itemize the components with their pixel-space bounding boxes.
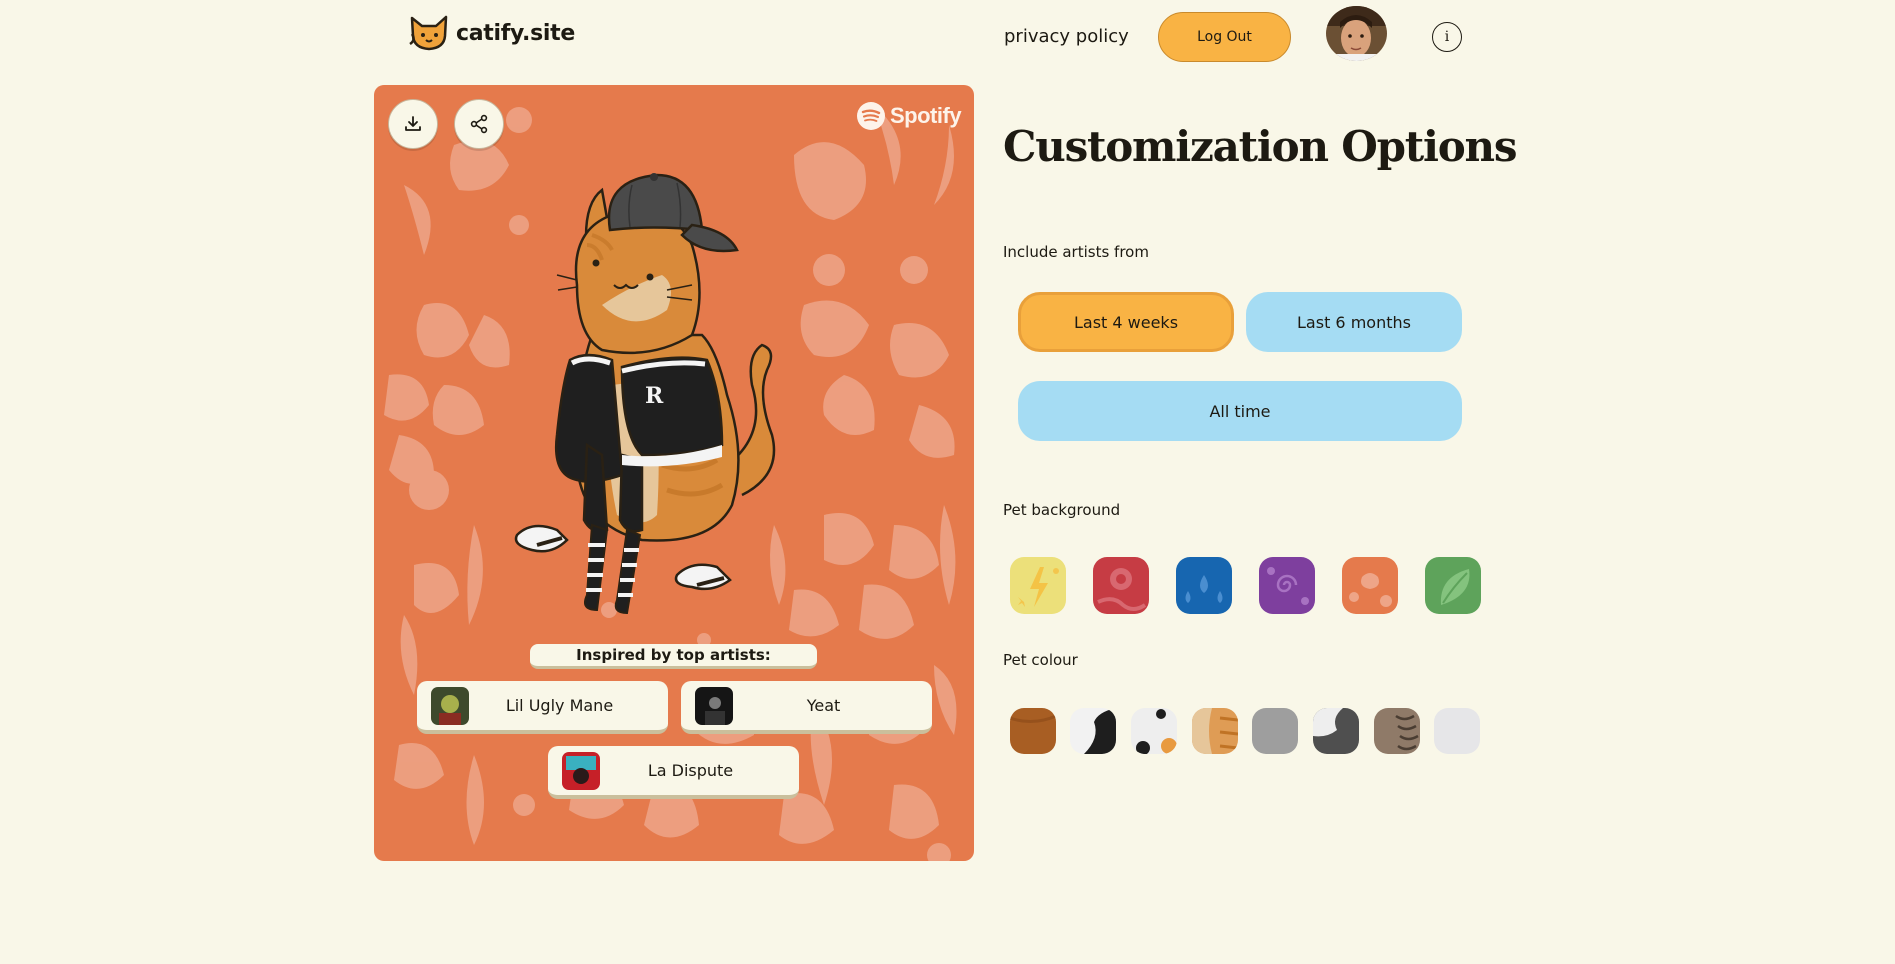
- logo-text: catify.site: [456, 20, 575, 46]
- colour-swatch-orange-cream[interactable]: [1192, 708, 1238, 754]
- page-title: Customization Options: [1003, 122, 1518, 171]
- cat-logo-icon: [409, 15, 448, 51]
- cat-pet-illustration: R: [514, 173, 776, 615]
- time-range-all-time[interactable]: All time: [1018, 381, 1462, 441]
- spotify-label: Spotify: [890, 103, 962, 128]
- info-button[interactable]: i: [1432, 22, 1462, 52]
- background-swatch-blue[interactable]: [1176, 557, 1232, 614]
- artist-chip: La Dispute: [548, 746, 799, 799]
- user-avatar[interactable]: [1326, 6, 1387, 61]
- background-swatch-green[interactable]: [1425, 557, 1481, 614]
- spotify-icon: [857, 102, 885, 130]
- pet-background-label: Pet background: [1003, 501, 1121, 519]
- time-range-last-4-weeks[interactable]: Last 4 weeks: [1018, 292, 1234, 352]
- pet-colour-label: Pet colour: [1003, 651, 1078, 669]
- colour-swatch-grey-white[interactable]: [1313, 708, 1359, 754]
- background-swatch-orange[interactable]: [1342, 557, 1398, 614]
- artist-chip: Lil Ugly Mane: [417, 681, 668, 734]
- site-logo[interactable]: catify.site: [408, 14, 575, 52]
- colour-swatch-grey[interactable]: [1252, 708, 1298, 754]
- colour-swatch-calico[interactable]: [1131, 708, 1177, 754]
- pet-card: Spotify R Inspired by top artists: Lil U…: [374, 85, 974, 861]
- artists-range-label: Include artists from: [1003, 243, 1149, 261]
- logout-button[interactable]: Log Out: [1158, 12, 1291, 62]
- colour-swatch-black-white[interactable]: [1070, 708, 1116, 754]
- privacy-policy-link[interactable]: privacy policy: [1004, 26, 1129, 47]
- artist-thumbnail: [695, 686, 733, 725]
- artist-name: Yeat: [806, 696, 841, 715]
- background-swatch-red[interactable]: [1093, 557, 1149, 614]
- share-icon: [470, 114, 488, 134]
- download-icon: [405, 116, 421, 131]
- colour-swatch-light-grey[interactable]: [1434, 708, 1480, 754]
- inspired-by-label: Inspired by top artists:: [530, 644, 817, 669]
- background-swatch-purple[interactable]: [1259, 557, 1315, 614]
- spotify-logo: Spotify: [856, 101, 962, 131]
- download-button[interactable]: [388, 99, 438, 149]
- svg-text:R: R: [645, 383, 664, 409]
- background-swatch-yellow[interactable]: [1010, 557, 1066, 614]
- time-range-last-6-months[interactable]: Last 6 months: [1246, 292, 1462, 352]
- colour-swatch-tabby[interactable]: [1374, 708, 1420, 754]
- colour-swatch-brown[interactable]: [1010, 708, 1056, 754]
- artist-chip: Yeat: [681, 681, 932, 734]
- artist-thumbnail: [431, 686, 469, 725]
- artist-name: Lil Ugly Mane: [505, 696, 614, 715]
- artist-name: La Dispute: [647, 761, 734, 780]
- artist-thumbnail: [562, 751, 600, 790]
